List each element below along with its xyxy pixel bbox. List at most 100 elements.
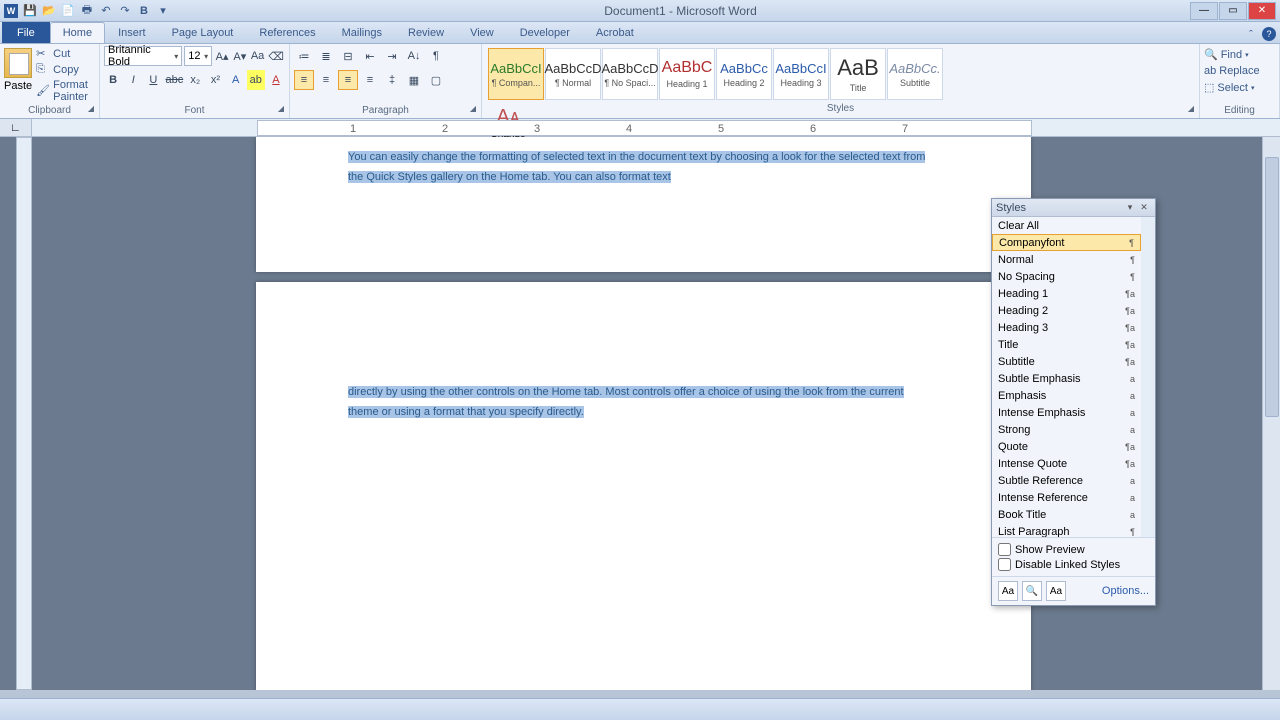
align-left-icon[interactable]: ≡ — [294, 70, 314, 90]
styles-pane-item-0[interactable]: Companyfont¶ — [992, 234, 1141, 251]
manage-styles-button[interactable]: Aa — [1046, 581, 1066, 601]
tab-review[interactable]: Review — [395, 22, 457, 43]
decrease-indent-icon[interactable]: ⇤ — [360, 46, 380, 66]
vertical-scrollbar[interactable] — [1262, 137, 1280, 690]
justify-icon[interactable]: ≡ — [360, 70, 380, 90]
styles-pane-item-2[interactable]: No Spacing¶ — [992, 268, 1141, 285]
bold-qat-icon[interactable]: B — [136, 3, 152, 19]
page-2[interactable]: directly by using the other controls on … — [256, 282, 1031, 690]
tab-page-layout[interactable]: Page Layout — [159, 22, 247, 43]
tab-developer[interactable]: Developer — [507, 22, 583, 43]
new-style-button[interactable]: Aa — [998, 581, 1018, 601]
styles-pane-titlebar[interactable]: Styles ▾ ✕ — [992, 199, 1155, 217]
italic-icon[interactable]: I — [124, 70, 142, 90]
font-color-icon[interactable]: A — [267, 70, 285, 90]
print-icon[interactable]: 🖶 — [79, 3, 95, 19]
tab-mailings[interactable]: Mailings — [329, 22, 395, 43]
vertical-ruler[interactable] — [16, 137, 32, 690]
maximize-button[interactable]: ▭ — [1219, 2, 1247, 20]
styles-pane-item-3[interactable]: Heading 1¶a — [992, 285, 1141, 302]
document-paragraph-2[interactable]: directly by using the other controls on … — [348, 382, 931, 421]
highlight-icon[interactable]: ab — [247, 70, 265, 90]
styles-pane-item-17[interactable]: List Paragraph¶ — [992, 523, 1141, 537]
multilevel-icon[interactable]: ⊟ — [338, 46, 358, 66]
find-button[interactable]: 🔍Find▾ — [1204, 46, 1275, 63]
style-inspector-button[interactable]: 🔍 — [1022, 581, 1042, 601]
disable-linked-checkbox[interactable]: Disable Linked Styles — [998, 557, 1149, 572]
minimize-button[interactable]: — — [1190, 2, 1218, 20]
shrink-font-icon[interactable]: A▾ — [232, 46, 248, 66]
undo-icon[interactable]: ↶ — [98, 3, 114, 19]
show-marks-icon[interactable]: ¶ — [426, 46, 446, 66]
show-preview-checkbox[interactable]: Show Preview — [998, 542, 1149, 557]
styles-gallery[interactable]: AaBbCcI¶ Compan...AaBbCcD¶ NormalAaBbCcD… — [486, 46, 1195, 102]
styles-pane-item-9[interactable]: Emphasisa — [992, 387, 1141, 404]
styles-pane-item-13[interactable]: Intense Quote¶a — [992, 455, 1141, 472]
bullets-icon[interactable]: ≔ — [294, 46, 314, 66]
shading-icon[interactable]: ▦ — [404, 70, 424, 90]
styles-pane-item-11[interactable]: Stronga — [992, 421, 1141, 438]
tab-insert[interactable]: Insert — [105, 22, 159, 43]
change-case-icon[interactable]: Aa — [250, 46, 266, 66]
scrollbar-thumb[interactable] — [1265, 157, 1279, 417]
styles-pane-item-1[interactable]: Normal¶ — [992, 251, 1141, 268]
styles-pane-item-15[interactable]: Intense Referencea — [992, 489, 1141, 506]
qat-more-icon[interactable]: ▾ — [155, 3, 171, 19]
bold-icon[interactable]: B — [104, 70, 122, 90]
style-gallery-item-4[interactable]: AaBbCcHeading 2 — [716, 48, 772, 100]
tab-references[interactable]: References — [246, 22, 328, 43]
align-right-icon[interactable]: ≡ — [338, 70, 358, 90]
help-icon[interactable]: ? — [1262, 27, 1276, 41]
clear-all-item[interactable]: Clear All — [992, 217, 1141, 234]
style-gallery-item-2[interactable]: AaBbCcD¶ No Spaci... — [602, 48, 658, 100]
line-spacing-icon[interactable]: ‡ — [382, 70, 402, 90]
format-painter-button[interactable]: 🖌Format Painter — [36, 78, 95, 104]
styles-options-link[interactable]: Options... — [1102, 585, 1149, 597]
style-gallery-item-6[interactable]: AaBTitle — [830, 48, 886, 100]
sort-icon[interactable]: A↓ — [404, 46, 424, 66]
style-gallery-item-3[interactable]: AaBbCHeading 1 — [659, 48, 715, 100]
new-icon[interactable]: 📄 — [60, 3, 76, 19]
save-icon[interactable]: 💾 — [22, 3, 38, 19]
styles-pane-close-icon[interactable]: ✕ — [1137, 202, 1151, 213]
paragraph-dialog-launcher[interactable]: ◢ — [467, 104, 479, 116]
numbering-icon[interactable]: ≣ — [316, 46, 336, 66]
styles-pane-scrollbar[interactable] — [1141, 217, 1155, 537]
clear-format-icon[interactable]: ⌫ — [267, 46, 285, 66]
select-button[interactable]: ⬚Select▾ — [1204, 79, 1275, 96]
style-gallery-item-0[interactable]: AaBbCcI¶ Compan... — [488, 48, 544, 100]
font-size-combo[interactable]: 12▾ — [184, 46, 212, 66]
styles-pane-dropdown-icon[interactable]: ▾ — [1123, 202, 1137, 213]
underline-icon[interactable]: U — [144, 70, 162, 90]
styles-pane-item-10[interactable]: Intense Emphasisa — [992, 404, 1141, 421]
paste-button[interactable]: Paste — [4, 46, 32, 104]
style-gallery-item-5[interactable]: AaBbCcIHeading 3 — [773, 48, 829, 100]
tab-acrobat[interactable]: Acrobat — [583, 22, 647, 43]
font-name-combo[interactable]: Britannic Bold▾ — [104, 46, 182, 66]
styles-pane-item-4[interactable]: Heading 2¶a — [992, 302, 1141, 319]
font-dialog-launcher[interactable]: ◢ — [275, 104, 287, 116]
tab-selector[interactable]: ∟ — [0, 119, 32, 136]
styles-pane-item-5[interactable]: Heading 3¶a — [992, 319, 1141, 336]
style-gallery-item-7[interactable]: AaBbCc.Subtitle — [887, 48, 943, 100]
styles-pane-item-16[interactable]: Book Titlea — [992, 506, 1141, 523]
horizontal-ruler[interactable]: 1234567 — [257, 120, 1032, 136]
align-center-icon[interactable]: ≡ — [316, 70, 336, 90]
close-button[interactable]: ✕ — [1248, 2, 1276, 20]
page-1[interactable]: You can easily change the formatting of … — [256, 137, 1031, 272]
cut-button[interactable]: ✂Cut — [36, 46, 95, 62]
tab-home[interactable]: Home — [50, 22, 105, 43]
increase-indent-icon[interactable]: ⇥ — [382, 46, 402, 66]
borders-icon[interactable]: ▢ — [426, 70, 446, 90]
styles-pane-item-6[interactable]: Title¶a — [992, 336, 1141, 353]
styles-pane-item-7[interactable]: Subtitle¶a — [992, 353, 1141, 370]
style-gallery-item-1[interactable]: AaBbCcD¶ Normal — [545, 48, 601, 100]
ribbon-minimize-icon[interactable]: ˆ — [1243, 27, 1259, 43]
styles-pane-item-12[interactable]: Quote¶a — [992, 438, 1141, 455]
text-effects-icon[interactable]: A — [227, 70, 245, 90]
replace-button[interactable]: abReplace — [1204, 63, 1275, 79]
styles-dialog-launcher[interactable]: ◢ — [1185, 104, 1197, 116]
document-paragraph-1[interactable]: You can easily change the formatting of … — [348, 147, 931, 186]
styles-pane-item-14[interactable]: Subtle Referencea — [992, 472, 1141, 489]
redo-icon[interactable]: ↷ — [117, 3, 133, 19]
